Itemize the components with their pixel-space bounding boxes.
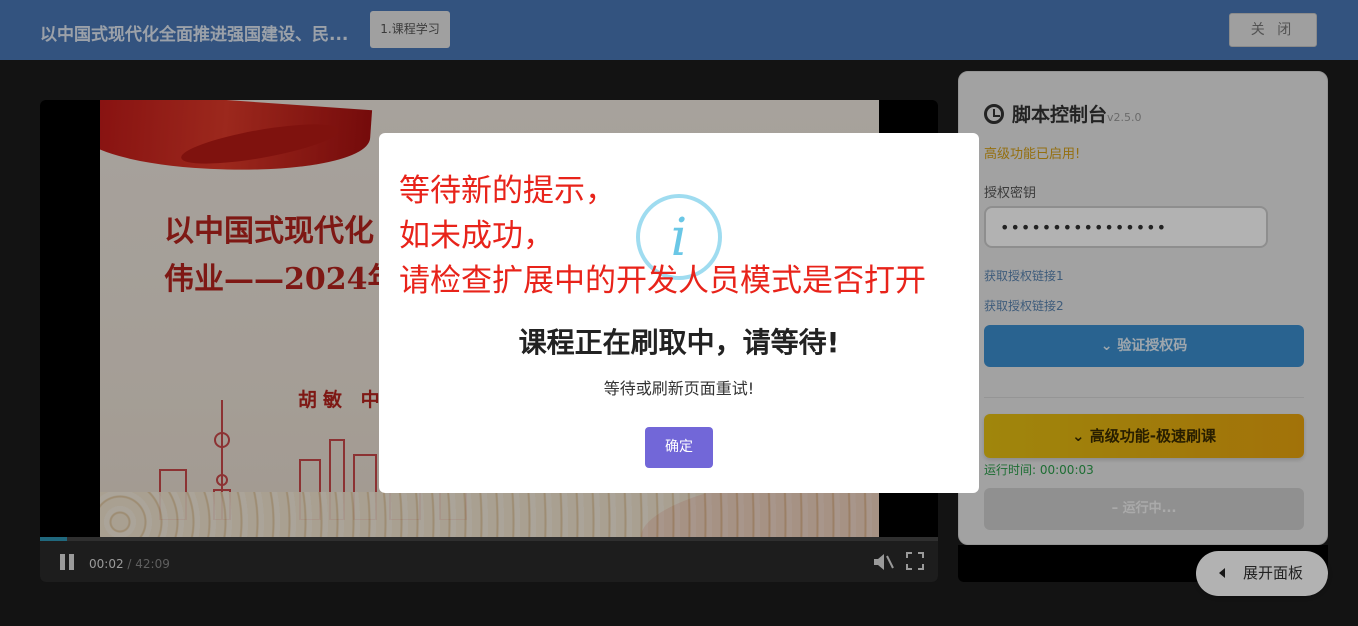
- warning-line: 请检查扩展中的开发人员模式是否打开: [399, 263, 926, 299]
- warning-message: 等待新的提示， 如未成功， 请检查扩展中的开发人员模式是否打开: [399, 169, 926, 304]
- dialog-title: 课程正在刷取中，请等待!: [518, 326, 840, 359]
- alert-dialog: i 等待新的提示， 如未成功， 请检查扩展中的开发人员模式是否打开 课程正在刷取…: [379, 133, 979, 493]
- dialog-subtitle: 等待或刷新页面重试!: [603, 379, 755, 398]
- warning-line: 如未成功，: [399, 218, 554, 254]
- warning-line: 等待新的提示，: [399, 173, 616, 209]
- confirm-button[interactable]: 确定: [645, 427, 713, 468]
